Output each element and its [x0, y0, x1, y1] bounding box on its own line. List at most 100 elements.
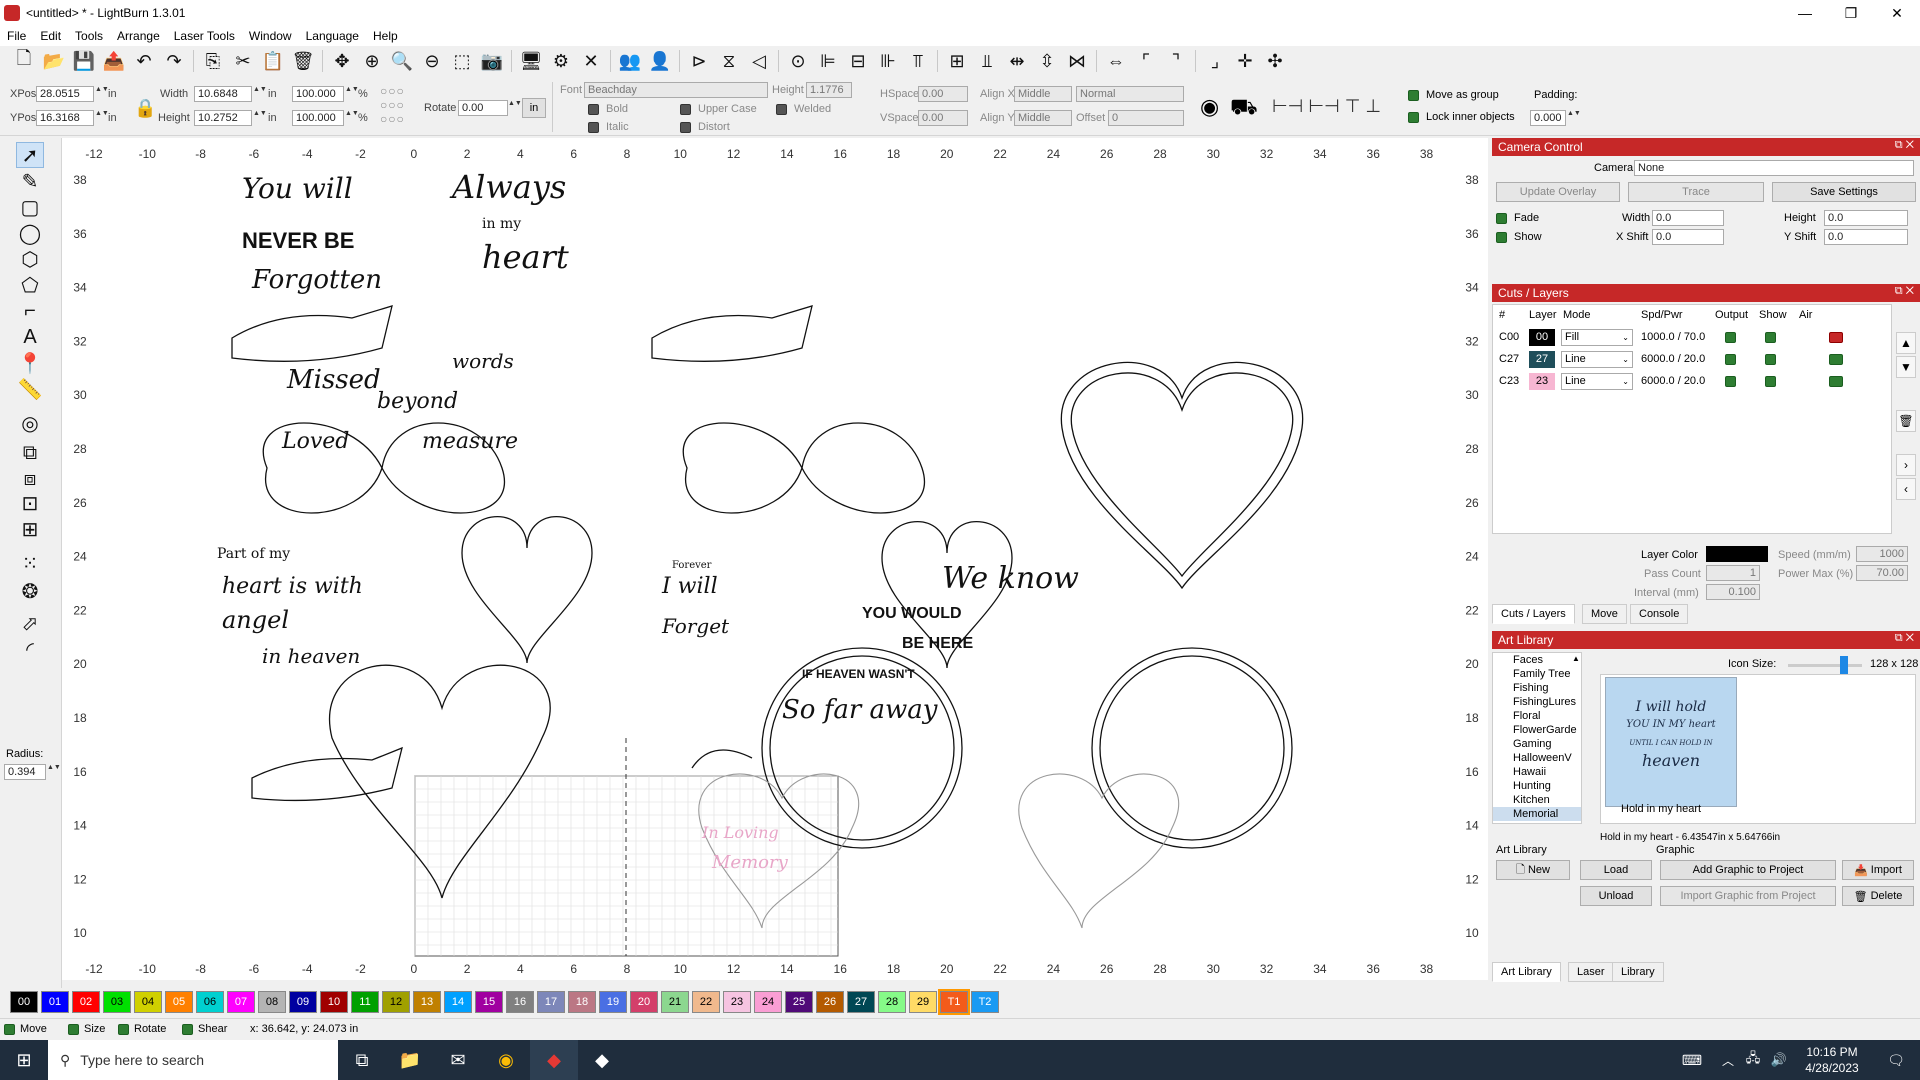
- add-graphic-button[interactable]: Add Graphic to Project: [1660, 860, 1836, 880]
- boolean-union-icon[interactable]: ⧉: [16, 440, 44, 466]
- show-checkbox[interactable]: [1496, 232, 1507, 243]
- lock-inner-checkbox[interactable]: [1408, 112, 1419, 123]
- padding-field[interactable]: 0.000: [1530, 110, 1566, 126]
- vspace-field[interactable]: 0.00: [918, 110, 968, 126]
- palette-swatch-03[interactable]: 03: [103, 991, 131, 1013]
- path-edit-icon[interactable]: ⬀: [16, 610, 44, 636]
- design-text[interactable]: in my: [482, 216, 521, 232]
- preview-eye-icon[interactable]: ◉: [1200, 94, 1219, 120]
- app-taskbar-icon[interactable]: ◆: [578, 1040, 626, 1080]
- font-dropdown[interactable]: Beachday: [584, 82, 768, 98]
- update-overlay-button[interactable]: Update Overlay: [1496, 182, 1620, 202]
- copy-icon[interactable]: ⎘: [199, 48, 227, 74]
- taskbar-clock[interactable]: 10:16 PM 4/28/2023: [1792, 1044, 1872, 1076]
- palette-swatch-09[interactable]: 09: [289, 991, 317, 1013]
- measure-icon[interactable]: 📏: [16, 376, 44, 402]
- align-y-dropdown[interactable]: Middle: [1014, 110, 1072, 126]
- layer-swatch[interactable]: 00: [1529, 329, 1555, 346]
- category-item[interactable]: Hunting: [1493, 779, 1581, 793]
- circular-array-icon[interactable]: ❂: [16, 578, 44, 604]
- minimize-button[interactable]: —: [1782, 0, 1828, 26]
- italic-checkbox[interactable]: [588, 122, 599, 133]
- move-as-group-checkbox[interactable]: [1408, 90, 1419, 101]
- design-text[interactable]: beyond: [377, 389, 458, 414]
- design-text[interactable]: Loved: [281, 429, 349, 454]
- welded-checkbox[interactable]: [776, 104, 787, 115]
- art-thumbnail[interactable]: I will hold YOU IN MY heart UNTIL I CAN …: [1605, 677, 1737, 807]
- tab-move[interactable]: Move: [1582, 604, 1627, 624]
- category-item[interactable]: HalloweenV: [1493, 751, 1581, 765]
- task-view-icon[interactable]: ⧉: [338, 1040, 386, 1080]
- close-button[interactable]: ✕: [1874, 0, 1920, 26]
- design-text[interactable]: heart is with: [222, 574, 363, 599]
- cut-layer-row[interactable]: C00 00 Fill ⌄ 1000.0 / 70.0: [1493, 327, 1891, 349]
- position-pin-icon[interactable]: 📍: [16, 350, 44, 376]
- delete-icon[interactable]: 🗑: [289, 48, 317, 74]
- palette-swatch-21[interactable]: 21: [661, 991, 689, 1013]
- notification-icon[interactable]: 🗨: [1872, 1040, 1920, 1080]
- palette-swatch-13[interactable]: 13: [413, 991, 441, 1013]
- tools-icon[interactable]: ✕: [577, 48, 605, 74]
- edit-nodes-icon[interactable]: ⬠: [16, 272, 44, 298]
- layer-down-icon[interactable]: ▼: [1896, 356, 1916, 378]
- scale-height-spinner-icon[interactable]: ▲▼: [345, 110, 359, 126]
- cut-layer-row[interactable]: C23 23 Line ⌄ 6000.0 / 20.0: [1493, 371, 1891, 393]
- zoom-out-icon[interactable]: ⊖: [418, 48, 446, 74]
- lock-icon[interactable]: 🔒: [134, 98, 156, 119]
- layer-mode-dropdown[interactable]: Fill ⌄: [1561, 329, 1633, 346]
- chrome-icon[interactable]: ◉: [482, 1040, 530, 1080]
- import-button[interactable]: 📥 Import: [1842, 860, 1914, 880]
- corner-br-icon[interactable]: ⌟: [1201, 48, 1229, 74]
- cam-height-field[interactable]: 0.0: [1824, 210, 1908, 226]
- palette-swatch-20[interactable]: 20: [630, 991, 658, 1013]
- boolean-intersect-icon[interactable]: ⊡: [16, 490, 44, 516]
- palette-swatch-07[interactable]: 07: [227, 991, 255, 1013]
- expand-right-icon[interactable]: ›: [1896, 454, 1916, 476]
- palette-swatch-23[interactable]: 23: [723, 991, 751, 1013]
- redo-icon[interactable]: ↷: [160, 48, 188, 74]
- palette-swatch-17[interactable]: 17: [537, 991, 565, 1013]
- palette-swatch-19[interactable]: 19: [599, 991, 627, 1013]
- pen-icon[interactable]: ✎: [16, 168, 44, 194]
- ellipse-icon[interactable]: ◯: [16, 220, 44, 246]
- scale-width-field[interactable]: 100.000: [292, 86, 344, 102]
- radius-field[interactable]: 0.394: [4, 764, 46, 780]
- cut-icon[interactable]: ✂: [229, 48, 257, 74]
- trace-button[interactable]: Trace: [1628, 182, 1764, 202]
- move-icon[interactable]: ✥: [328, 48, 356, 74]
- palette-swatch-11[interactable]: 11: [351, 991, 379, 1013]
- design-text[interactable]: I will: [661, 574, 718, 599]
- layer-output-checkbox[interactable]: [1725, 332, 1736, 343]
- export-icon[interactable]: 📤: [100, 48, 128, 74]
- layer-up-icon[interactable]: ▲: [1896, 332, 1916, 354]
- design-text[interactable]: in heaven: [262, 644, 360, 668]
- boolean-diff-icon[interactable]: ⧈: [16, 466, 44, 492]
- menu-window[interactable]: Window: [242, 29, 299, 43]
- align-vcenter-icon[interactable]: ⊞: [943, 48, 971, 74]
- weld-icon[interactable]: ⊞: [16, 516, 44, 542]
- height-spinner-icon[interactable]: ▲▼: [253, 110, 267, 126]
- art-preview-area[interactable]: I will hold YOU IN MY heart UNTIL I CAN …: [1600, 674, 1916, 824]
- load-library-button[interactable]: Load: [1580, 860, 1652, 880]
- network-icon[interactable]: 🖧: [1740, 1040, 1766, 1080]
- offset-field[interactable]: 0: [1108, 110, 1184, 126]
- shear-checkbox[interactable]: [182, 1024, 193, 1035]
- align-x-dropdown[interactable]: Middle: [1014, 86, 1072, 102]
- palette-swatch-27[interactable]: 27: [847, 991, 875, 1013]
- category-item[interactable]: Family Tree: [1493, 667, 1581, 681]
- distort-checkbox[interactable]: [680, 122, 691, 133]
- palette-swatch-14[interactable]: 14: [444, 991, 472, 1013]
- panel-close-icon[interactable]: ⧉ ✕: [1895, 139, 1914, 152]
- palette-swatch-25[interactable]: 25: [785, 991, 813, 1013]
- align-left-icon[interactable]: ⊫: [814, 48, 842, 74]
- category-scrollbar-icon[interactable]: ▲: [1572, 654, 1580, 663]
- design-text[interactable]: Memory: [711, 852, 789, 873]
- layer-show-checkbox[interactable]: [1765, 376, 1776, 387]
- layer-output-checkbox[interactable]: [1725, 376, 1736, 387]
- menu-language[interactable]: Language: [299, 29, 366, 43]
- layer-mode-dropdown[interactable]: Line ⌄: [1561, 351, 1633, 368]
- xpos-spinner-icon[interactable]: ▲▼: [95, 86, 109, 102]
- taskbar-search[interactable]: ⚲ Type here to search: [48, 1040, 338, 1080]
- palette-swatch-00[interactable]: 00: [10, 991, 38, 1013]
- mail-icon[interactable]: ✉: [434, 1040, 482, 1080]
